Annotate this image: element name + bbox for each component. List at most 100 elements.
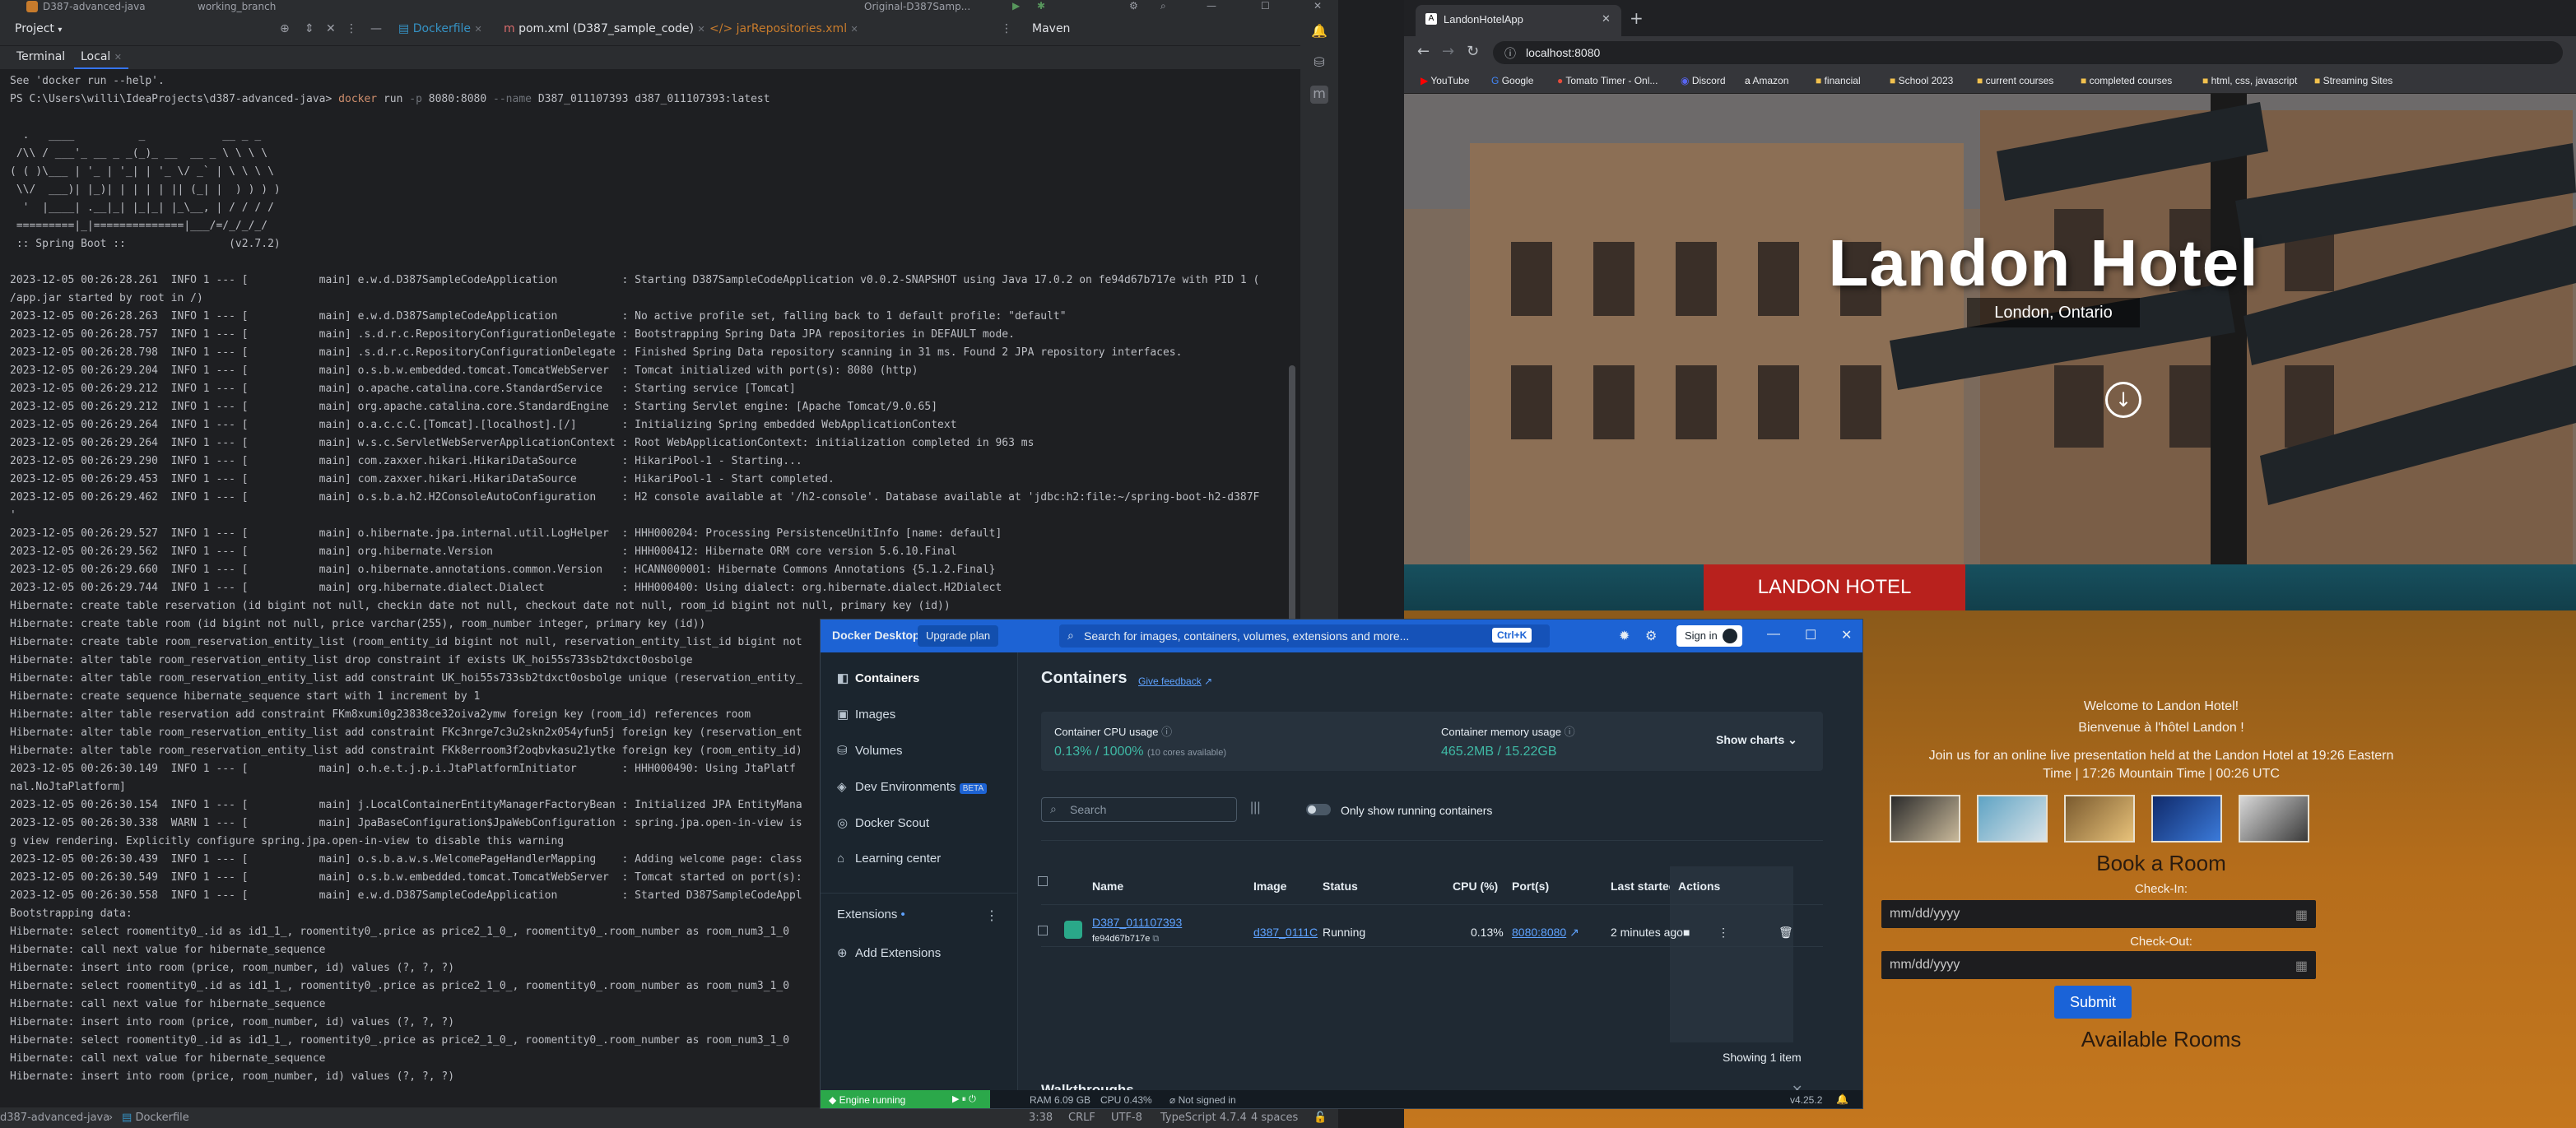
nav-docker-scout[interactable]: ◎ Docker Scout [837, 815, 929, 838]
project-name-label[interactable]: D387-advanced-java [43, 1, 146, 12]
tab-close-icon[interactable]: ✕ [114, 52, 122, 63]
bookmark-folder-school[interactable]: ■ School 2023 [1890, 75, 1953, 86]
container-id[interactable]: fe94d67b717e ⧉ [1092, 934, 1159, 945]
tab-local[interactable]: Local ✕ [74, 50, 128, 69]
extensions-menu-icon[interactable]: ⋮ [985, 908, 998, 924]
nav-learning-center[interactable]: ⌂ Learning center [837, 852, 941, 875]
tab-close-icon[interactable]: ✕ [697, 24, 704, 35]
collapse-icon[interactable]: ⇕ [305, 22, 314, 35]
col-status[interactable]: Status [1323, 880, 1358, 893]
submit-button[interactable]: Submit [2054, 986, 2132, 1019]
tab-close-icon[interactable]: ✕ [474, 24, 481, 35]
run-config-label[interactable]: Original-D387Samp... [864, 1, 970, 12]
bookmark-folder-html[interactable]: ■ html, css, javascript [2202, 75, 2297, 86]
col-last-started[interactable]: Last started [1611, 880, 1676, 893]
info-icon[interactable]: ⓘ [1565, 726, 1575, 738]
notifications-icon[interactable]: 🔔 [1836, 1093, 1848, 1105]
options-icon[interactable]: ⋮ [346, 22, 357, 35]
forward-icon[interactable]: → [1442, 43, 1454, 60]
maven-icon[interactable]: m [1310, 86, 1328, 104]
nav-volumes[interactable]: ⛁ Volumes [837, 743, 903, 766]
checkout-date-input[interactable]: mm/dd/yyyy ▦ [1881, 951, 2316, 979]
minimize-icon[interactable]: — [1767, 627, 1780, 642]
copy-icon[interactable]: ⧉ [1152, 934, 1159, 944]
col-cpu[interactable]: CPU (%) [1453, 880, 1498, 893]
hide-icon[interactable]: — [370, 22, 382, 35]
minimize-icon[interactable]: — [1207, 0, 1216, 12]
info-icon[interactable]: ⓘ [1161, 726, 1172, 738]
select-all-checkbox[interactable] [1038, 876, 1048, 886]
add-extensions-button[interactable]: ⊕ Add Extensions [837, 945, 941, 968]
give-feedback-link[interactable]: Give feedback ↗ [1138, 675, 1212, 687]
container-ports-link[interactable]: 8080:8080 ↗ [1512, 926, 1579, 940]
bookmark-tomato-timer[interactable]: ● Tomato Timer - Onl... [1557, 75, 1658, 86]
bookmark-amazon[interactable]: a Amazon [1745, 75, 1788, 86]
status-file[interactable]: ▤ Dockerfile [122, 1112, 189, 1124]
container-search-input[interactable]: ⌕ Search [1041, 797, 1237, 822]
bookmark-folder-completed-courses[interactable]: ■ completed courses [2081, 75, 2172, 86]
tab-dockerfile[interactable]: ▤ Dockerfile ✕ [398, 22, 482, 35]
lobby-photo[interactable] [2064, 795, 2135, 843]
checkin-date-input[interactable]: mm/dd/yyyy ▦ [1881, 900, 2316, 928]
line-separator[interactable]: CRLF [1068, 1112, 1095, 1124]
maximize-icon[interactable]: ☐ [1805, 627, 1816, 643]
file-encoding[interactable]: UTF-8 [1111, 1112, 1142, 1124]
maximize-icon[interactable]: ☐ [1261, 0, 1270, 12]
bookmark-folder-current-courses[interactable]: ■ current courses [1977, 75, 2053, 86]
debug-icon[interactable]: ✱ [1037, 0, 1045, 12]
room-photo-1[interactable] [1890, 795, 1960, 843]
bookmark-discord[interactable]: ◉ Discord [1681, 75, 1726, 86]
status-project[interactable]: d387-advanced-java [0, 1112, 109, 1124]
troubleshoot-icon[interactable]: ✹ [1619, 628, 1630, 644]
settings-icon[interactable]: ⚙ [1129, 0, 1138, 12]
tab-jar-repositories[interactable]: </> jarRepositories.xml ✕ [709, 22, 858, 35]
tab-options-icon[interactable]: ⋮ [1001, 22, 1012, 35]
site-info-icon[interactable]: ⓘ [1504, 45, 1516, 62]
browser-tab[interactable]: A LandonHotelApp ✕ [1416, 5, 1621, 36]
tab-pom[interactable]: m pom.xml (D387_sample_code) ✕ [504, 22, 705, 35]
branch-label[interactable]: working_branch [198, 1, 276, 12]
stop-icon[interactable]: ■ [1683, 926, 1690, 939]
maven-panel-title[interactable]: Maven [1032, 22, 1070, 35]
bookmark-google[interactable]: G Google [1491, 75, 1533, 86]
staff-photo[interactable] [2239, 795, 2309, 843]
columns-toggle-icon[interactable]: ||| [1250, 801, 1260, 815]
settings-icon[interactable]: ⚙ [1645, 628, 1657, 644]
brand-banner[interactable]: LANDON HOTEL [1704, 564, 1965, 610]
calendar-icon[interactable]: ▦ [2295, 907, 2308, 923]
col-ports[interactable]: Port(s) [1512, 880, 1549, 893]
more-actions-icon[interactable]: ⋮ [1718, 926, 1729, 940]
close-panel-icon[interactable]: ✕ [326, 22, 336, 35]
row-checkbox[interactable] [1038, 926, 1048, 935]
search-everywhere-icon[interactable]: ⌕ [1160, 0, 1166, 12]
caret-position[interactable]: 3:38 [1029, 1112, 1053, 1124]
lock-icon[interactable]: 🔓 [1314, 1112, 1327, 1124]
show-charts-button[interactable]: Show charts ⌄ [1716, 733, 1797, 747]
bookmark-folder-streaming[interactable]: ■ Streaming Sites [2314, 75, 2392, 86]
indent-setting[interactable]: 4 spaces [1251, 1112, 1298, 1124]
address-bar[interactable]: ⓘ localhost:8080 [1493, 41, 2563, 64]
col-name[interactable]: Name [1092, 880, 1123, 893]
sign-in-button[interactable]: Sign in [1676, 625, 1742, 647]
reload-icon[interactable]: ↻ [1467, 43, 1479, 60]
tab-close-icon[interactable]: ✕ [851, 24, 858, 35]
close-icon[interactable]: ✕ [1314, 0, 1322, 12]
scroll-down-icon[interactable]: ↓ [2105, 382, 2141, 418]
extensions-header[interactable]: Extensions • [837, 908, 905, 931]
container-name-link[interactable]: D387_011107393 [1092, 916, 1182, 929]
run-icon[interactable]: ▶ [1012, 0, 1020, 12]
project-dropdown[interactable]: Project ▾ [15, 22, 62, 35]
database-icon[interactable]: ⛁ [1310, 54, 1328, 72]
new-tab-icon[interactable]: + [1630, 8, 1644, 28]
delete-icon[interactable]: 🗑 [1779, 926, 1793, 940]
locate-icon[interactable]: ⊕ [280, 22, 290, 35]
upgrade-plan-button[interactable]: Upgrade plan [918, 625, 999, 647]
calendar-icon[interactable]: ▦ [2295, 958, 2308, 974]
pool-photo[interactable] [1977, 795, 2048, 843]
tab-close-icon[interactable]: ✕ [1602, 12, 1611, 26]
city-photo[interactable] [2151, 795, 2222, 843]
bookmark-youtube[interactable]: ▶ YouTube [1421, 75, 1470, 86]
nav-containers[interactable]: ◧ Containers [837, 671, 919, 694]
close-icon[interactable]: ✕ [1841, 627, 1852, 643]
notifications-icon[interactable]: 🔔 [1310, 23, 1328, 41]
